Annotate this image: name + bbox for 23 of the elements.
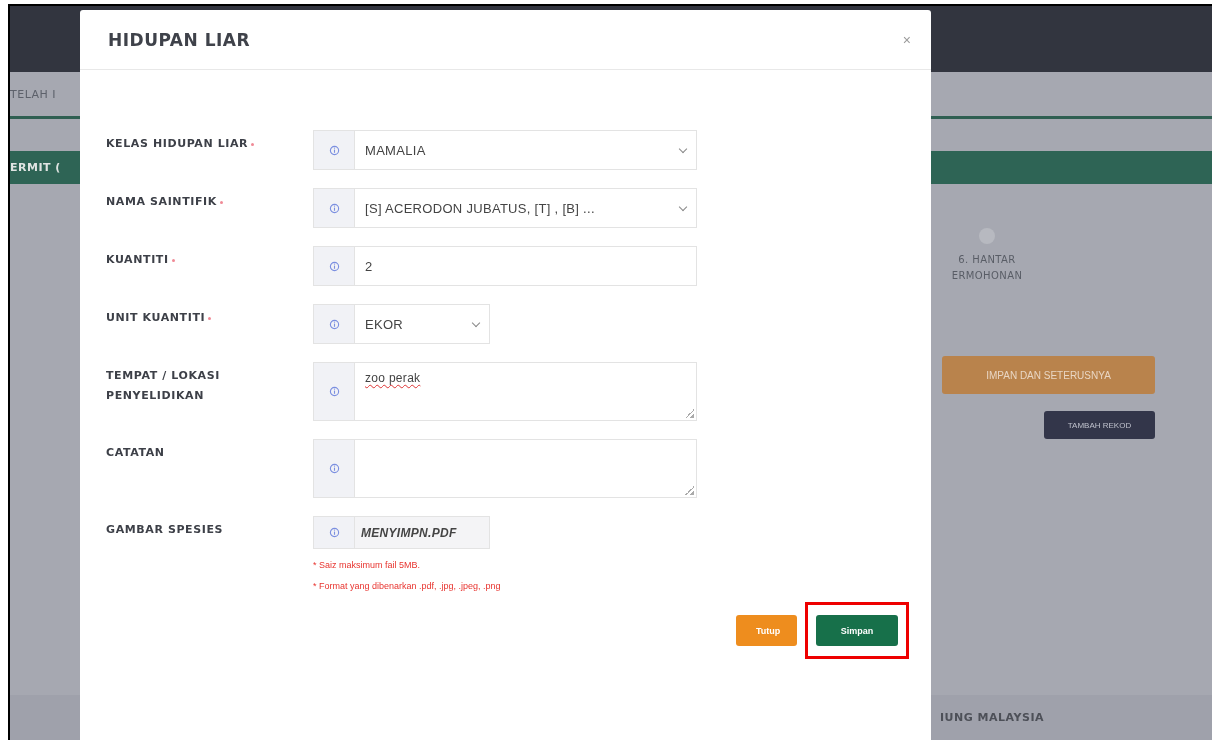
info-icon — [328, 318, 340, 330]
modal-title: HIDUPAN LIAR — [108, 29, 251, 50]
field-label: NAMA SAINTIFIK — [106, 188, 223, 212]
banner-title: ERMIT ( — [10, 161, 61, 174]
step-label: ERMOHONAN — [951, 269, 1023, 283]
info-icon — [328, 527, 340, 538]
field-label: CATATAN — [106, 445, 165, 461]
field-label: KELAS HIDUPAN LIAR — [106, 130, 255, 154]
help-text: * Saiz maksimum fail 5MB. — [313, 560, 422, 570]
field-label: TEMPAT / LOKASI PENYELIDIKAN — [106, 368, 221, 404]
info-icon — [328, 386, 340, 397]
file-field[interactable]: MENYIMPN.PDF — [313, 516, 490, 549]
field-label: KUANTITI — [106, 246, 175, 270]
add-record-button[interactable]: TAMBAH REKOD — [1044, 411, 1155, 439]
field-label: UNIT KUANTITI — [106, 304, 212, 328]
info-icon — [328, 144, 340, 156]
info-icon — [328, 463, 340, 474]
field-label: GAMBAR SPESIES — [106, 522, 224, 538]
footer-text: IUNG MALAYSIA — [940, 711, 1044, 724]
info-icon — [328, 202, 340, 214]
step-label: 6. HANTAR — [958, 253, 1016, 267]
save-button[interactable]: Simpan — [816, 615, 898, 646]
help-text: * Format yang dibenarkan .pdf, .jpg, .jpeg, .png — [313, 581, 501, 591]
